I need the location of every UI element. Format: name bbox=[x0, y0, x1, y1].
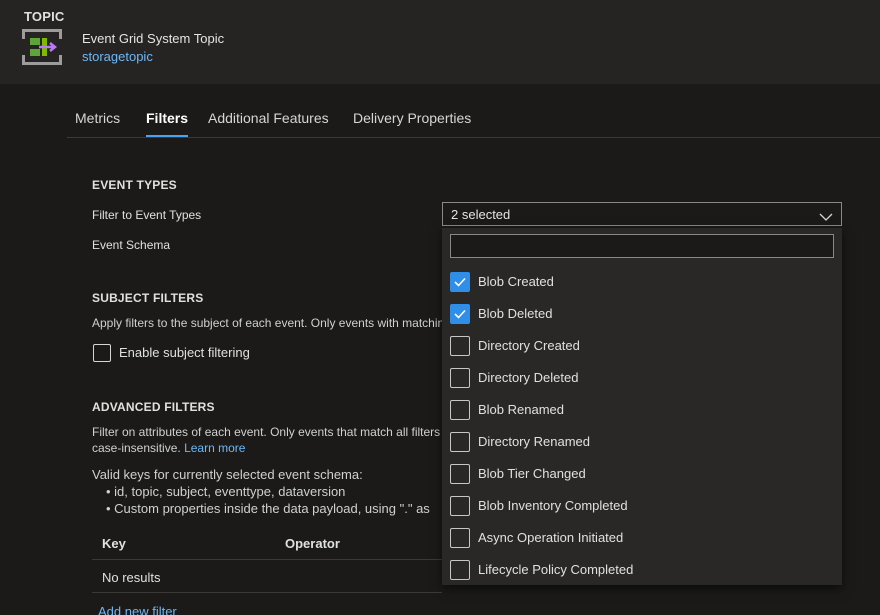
table-empty-text: No results bbox=[102, 570, 161, 585]
event-type-option[interactable]: Directory Renamed bbox=[442, 426, 842, 458]
event-type-option-label: Lifecycle Policy Completed bbox=[478, 562, 634, 577]
checkbox-checked-icon[interactable] bbox=[450, 272, 470, 292]
subject-filters-description: Apply filters to the subject of each eve… bbox=[92, 316, 451, 330]
event-type-option-label: Blob Tier Changed bbox=[478, 466, 586, 481]
event-type-option[interactable]: Blob Created bbox=[442, 266, 842, 298]
event-schema-label: Event Schema bbox=[92, 238, 171, 252]
event-type-option-label: Blob Inventory Completed bbox=[478, 498, 628, 513]
event-type-option[interactable]: Directory Created bbox=[442, 330, 842, 362]
dropdown-selected-value: 2 selected bbox=[451, 207, 511, 222]
checkbox-unchecked-icon[interactable] bbox=[450, 368, 470, 388]
valid-keys-intro: Valid keys for currently selected event … bbox=[92, 467, 363, 482]
tab-bar: Metrics Filters Additional Features Deli… bbox=[67, 98, 880, 138]
checkbox-unchecked-icon[interactable] bbox=[450, 400, 470, 420]
table-divider bbox=[92, 592, 442, 593]
event-type-option[interactable]: Blob Deleted bbox=[442, 298, 842, 330]
event-type-option[interactable]: Blob Tier Changed bbox=[442, 458, 842, 490]
advanced-filters-description: Filter on attributes of each event. Only… bbox=[92, 425, 441, 439]
resource-name-link[interactable]: storagetopic bbox=[82, 49, 153, 64]
subject-filters-title: SUBJECT FILTERS bbox=[92, 291, 204, 305]
advanced-filters-title: ADVANCED FILTERS bbox=[92, 400, 215, 414]
event-type-option-label: Blob Renamed bbox=[478, 402, 564, 417]
event-type-option[interactable]: Lifecycle Policy Completed bbox=[442, 554, 842, 586]
event-types-title: EVENT TYPES bbox=[92, 178, 177, 192]
event-type-option[interactable]: Async Operation Initiated bbox=[442, 522, 842, 554]
tab-metrics[interactable]: Metrics bbox=[75, 110, 120, 135]
valid-keys-bullet-2: • Custom properties inside the data payl… bbox=[106, 501, 430, 516]
event-type-option[interactable]: Directory Deleted bbox=[442, 362, 842, 394]
resource-header: TOPIC Event Grid System Topic storagetop… bbox=[0, 0, 880, 84]
checkbox-unchecked-icon[interactable] bbox=[450, 432, 470, 452]
tab-filters[interactable]: Filters bbox=[146, 110, 189, 137]
checkbox-unchecked-icon[interactable] bbox=[450, 496, 470, 516]
event-grid-topic-icon bbox=[22, 29, 62, 65]
checkbox-unchecked-icon[interactable] bbox=[450, 336, 470, 356]
checkbox-unchecked-icon[interactable] bbox=[450, 560, 470, 580]
event-type-option-label: Directory Renamed bbox=[478, 434, 590, 449]
event-types-dropdown-panel: Blob Created Blob Deleted Directory Create… bbox=[442, 228, 842, 585]
checkbox-unchecked-icon[interactable] bbox=[450, 528, 470, 548]
filter-event-types-label: Filter to Event Types bbox=[92, 208, 202, 222]
tab-additional-features[interactable]: Additional Features bbox=[208, 110, 329, 135]
advanced-filters-description-tail: case-insensitive. bbox=[92, 441, 181, 455]
enable-subject-filtering-checkbox[interactable] bbox=[93, 344, 111, 362]
column-key: Key bbox=[102, 536, 126, 551]
event-types-search-input[interactable] bbox=[450, 234, 834, 258]
event-type-option[interactable]: Blob Renamed bbox=[442, 394, 842, 426]
valid-keys-bullet-2-text: Custom properties inside the data payloa… bbox=[114, 501, 430, 516]
event-type-option-label: Directory Created bbox=[478, 338, 580, 353]
resource-type-name: Event Grid System Topic bbox=[82, 31, 225, 46]
filters-table-header: Key Operator bbox=[92, 530, 442, 560]
checkbox-checked-icon[interactable] bbox=[450, 304, 470, 324]
column-operator: Operator bbox=[285, 536, 340, 551]
advanced-filters-description-cont: case-insensitive. Learn more bbox=[92, 441, 245, 455]
event-type-option-label: Blob Created bbox=[478, 274, 554, 289]
add-new-filter-link[interactable]: Add new filter bbox=[98, 604, 177, 615]
enable-subject-filtering-label: Enable subject filtering bbox=[119, 345, 250, 360]
chevron-down-icon bbox=[819, 209, 833, 221]
event-types-dropdown[interactable]: 2 selected bbox=[442, 202, 842, 226]
event-type-option-label: Directory Deleted bbox=[478, 370, 579, 385]
checkbox-unchecked-icon[interactable] bbox=[450, 464, 470, 484]
valid-keys-bullet-1: • id, topic, subject, eventtype, dataver… bbox=[106, 484, 346, 499]
learn-more-link[interactable]: Learn more bbox=[184, 441, 245, 455]
resource-kind-label: TOPIC bbox=[24, 9, 65, 24]
valid-keys-bullet-1-text: id, topic, subject, eventtype, dataversi… bbox=[114, 484, 346, 499]
event-type-option-label: Async Operation Initiated bbox=[478, 530, 624, 545]
tab-delivery-properties[interactable]: Delivery Properties bbox=[353, 110, 471, 135]
event-type-option[interactable]: Blob Inventory Completed bbox=[442, 490, 842, 522]
event-type-option-label: Blob Deleted bbox=[478, 306, 553, 321]
